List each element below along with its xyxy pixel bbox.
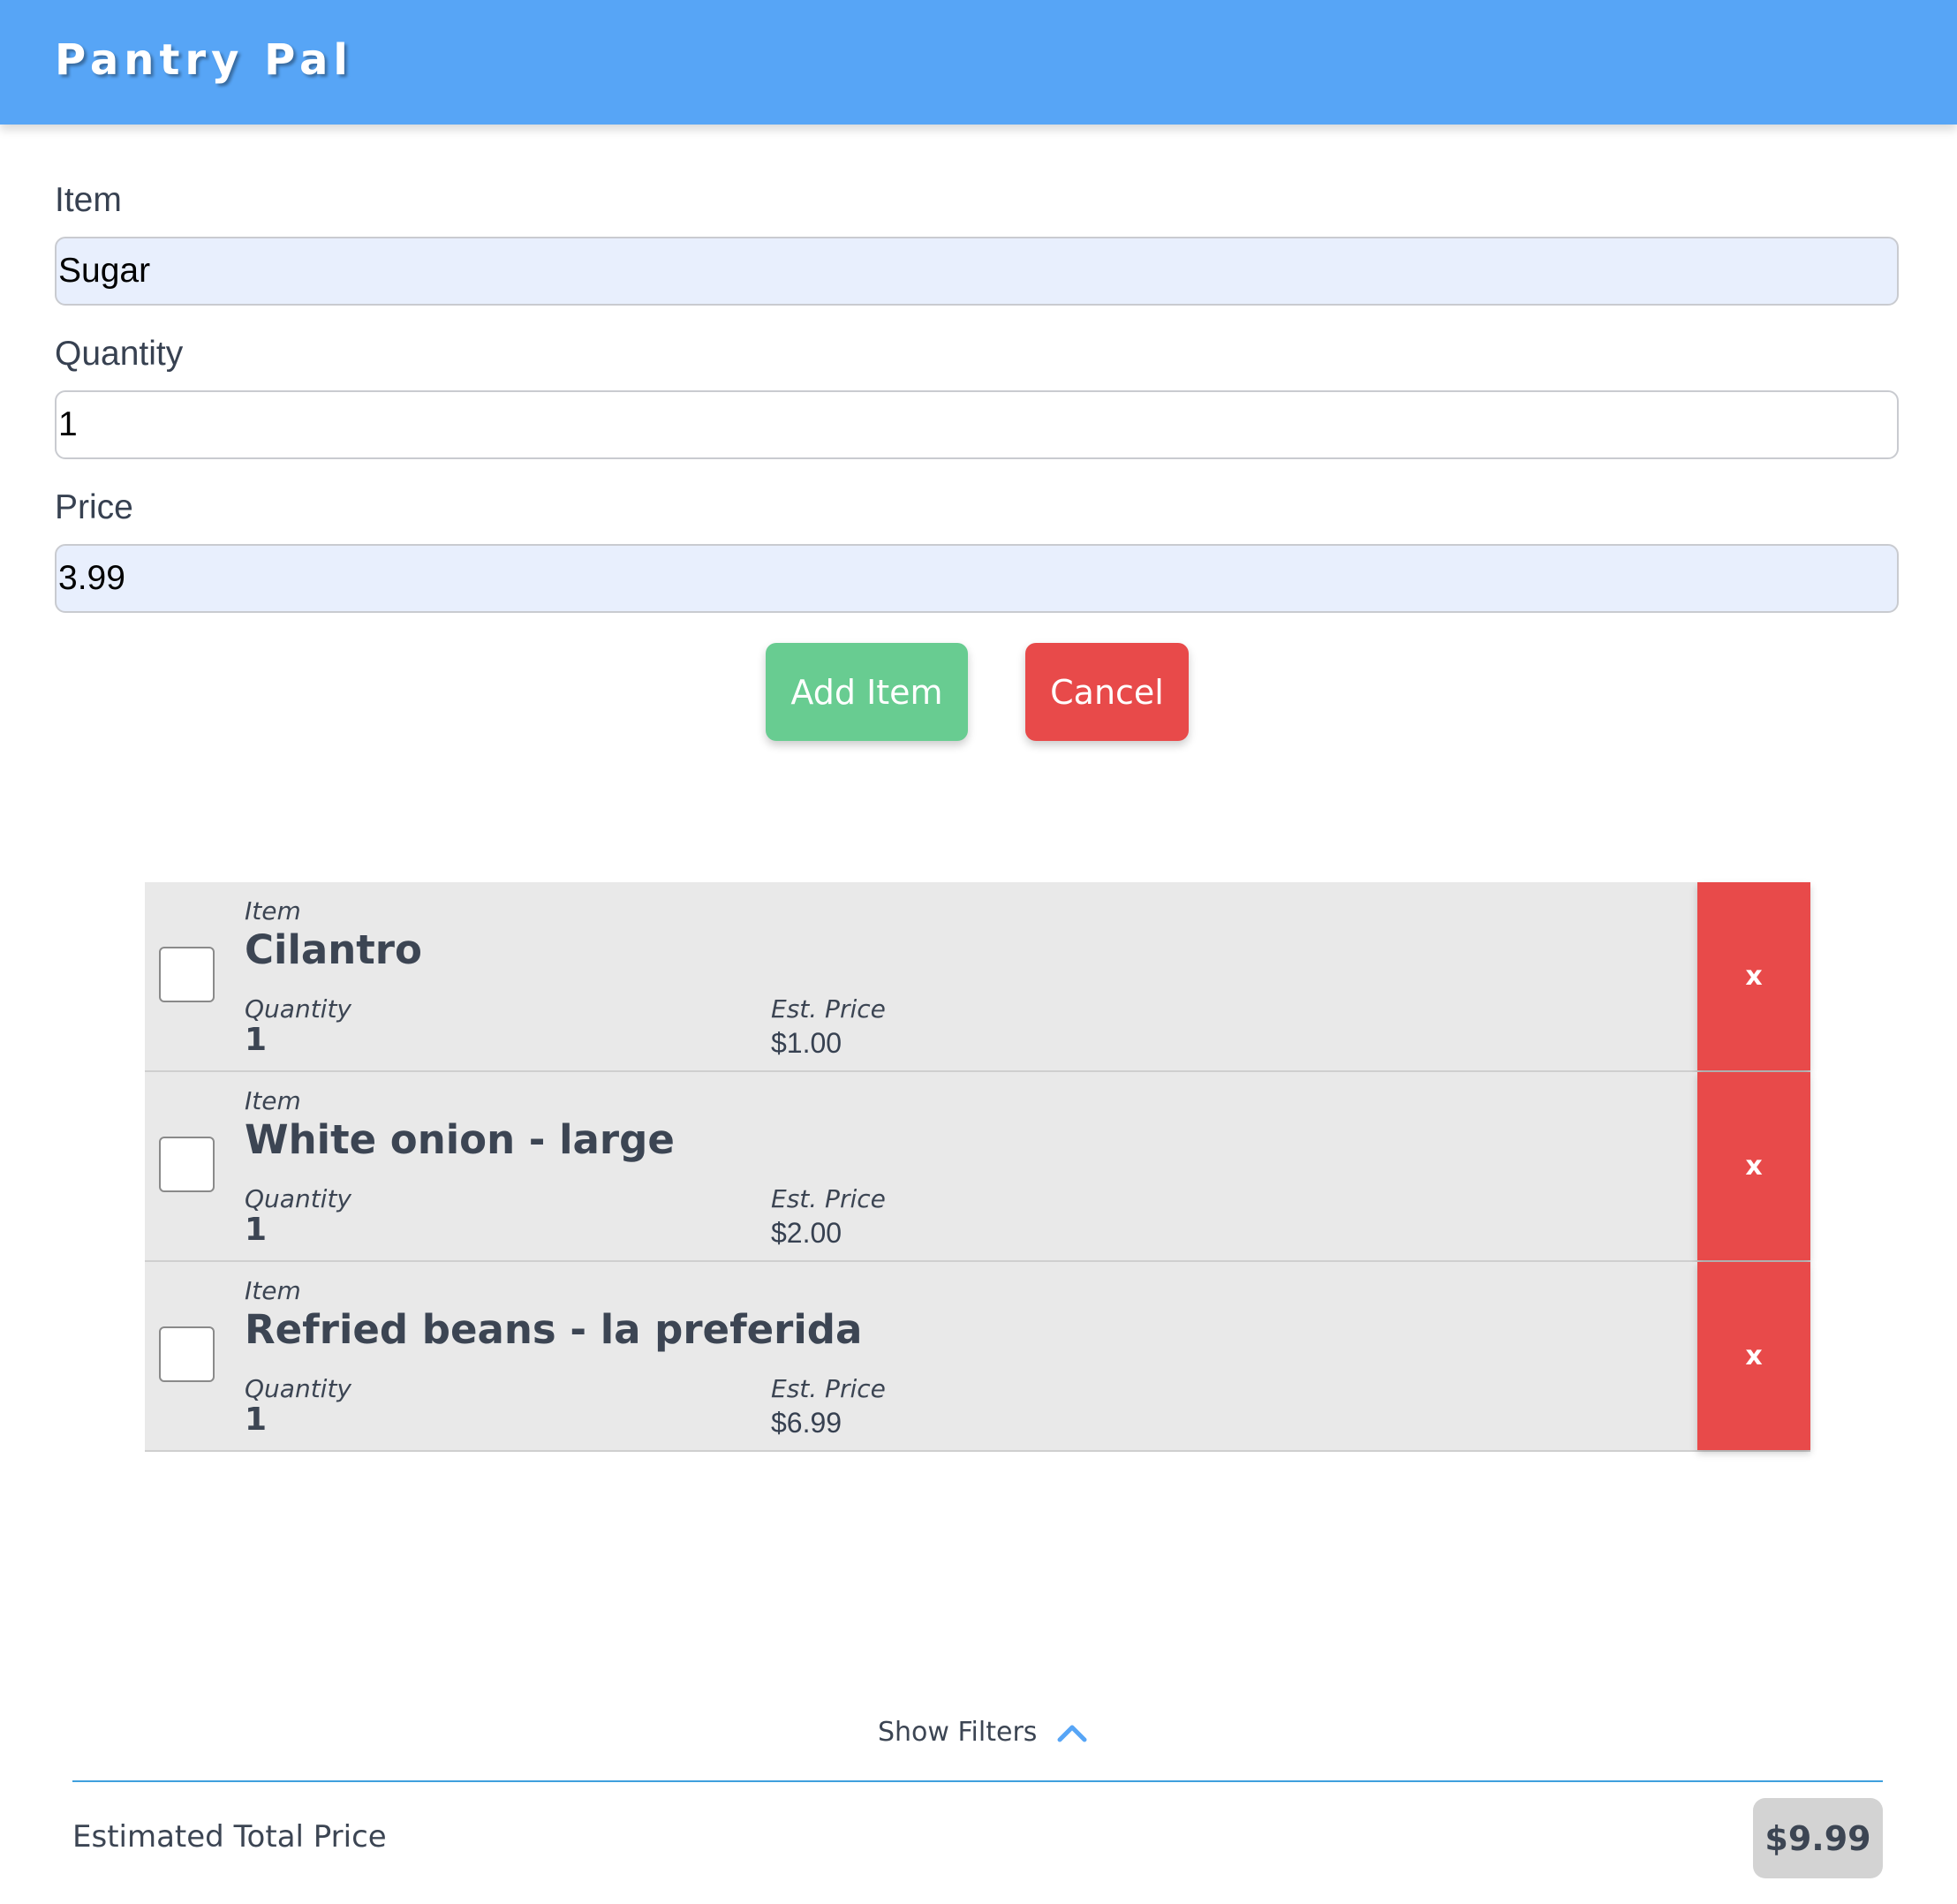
item-name: Cilantro	[245, 926, 422, 973]
price-input[interactable]	[55, 544, 1899, 613]
list-item: Item White onion - large Quantity 1 Est.…	[145, 1072, 1810, 1262]
item-price: $1.00	[771, 1027, 842, 1059]
item-checkbox[interactable]	[159, 947, 215, 1002]
item-label: Item	[245, 896, 301, 926]
add-item-button[interactable]: Add Item	[766, 643, 968, 741]
item-checkbox[interactable]	[159, 1326, 215, 1382]
cancel-button[interactable]: Cancel	[1025, 643, 1189, 741]
shopping-list: Item Cilantro Quantity 1 Est. Price $1.0…	[145, 882, 1810, 1452]
est-price-label: Est. Price	[771, 1374, 886, 1403]
est-price-label: Est. Price	[771, 1184, 886, 1213]
show-filters-label: Show Filters	[878, 1717, 1038, 1748]
item-quantity: 1	[245, 1212, 268, 1248]
list-item: Item Refried beans - la preferida Quanti…	[145, 1262, 1810, 1452]
footer-divider	[72, 1780, 1883, 1782]
app-title: Pantry Pal	[55, 35, 353, 85]
chevron-up-icon	[1056, 1722, 1088, 1743]
item-label: Item	[245, 1276, 301, 1305]
est-price-label: Est. Price	[771, 994, 886, 1024]
item-price: $2.00	[771, 1217, 842, 1249]
item-label: Item	[245, 1086, 301, 1115]
item-quantity: 1	[245, 1022, 268, 1058]
app-header: Pantry Pal	[0, 0, 1957, 125]
show-filters-toggle[interactable]: Show Filters	[878, 1717, 1088, 1748]
total-price-badge: $9.99	[1753, 1798, 1883, 1878]
item-quantity: 1	[245, 1402, 268, 1438]
delete-item-button[interactable]: x	[1697, 1072, 1810, 1260]
item-field-label: Item	[55, 181, 122, 219]
delete-item-button[interactable]: x	[1697, 1262, 1810, 1450]
item-price: $6.99	[771, 1407, 842, 1439]
quantity-label: Quantity	[245, 1374, 351, 1403]
quantity-input[interactable]	[55, 390, 1899, 459]
quantity-label: Quantity	[245, 1184, 351, 1213]
quantity-field-label: Quantity	[55, 335, 184, 373]
list-item: Item Cilantro Quantity 1 Est. Price $1.0…	[145, 882, 1810, 1072]
total-label: Estimated Total Price	[72, 1819, 387, 1855]
price-field-label: Price	[55, 488, 133, 526]
item-input[interactable]	[55, 237, 1899, 306]
item-checkbox[interactable]	[159, 1137, 215, 1192]
item-name: Refried beans - la preferida	[245, 1306, 863, 1353]
quantity-label: Quantity	[245, 994, 351, 1024]
delete-item-button[interactable]: x	[1697, 882, 1810, 1070]
item-name: White onion - large	[245, 1116, 675, 1163]
